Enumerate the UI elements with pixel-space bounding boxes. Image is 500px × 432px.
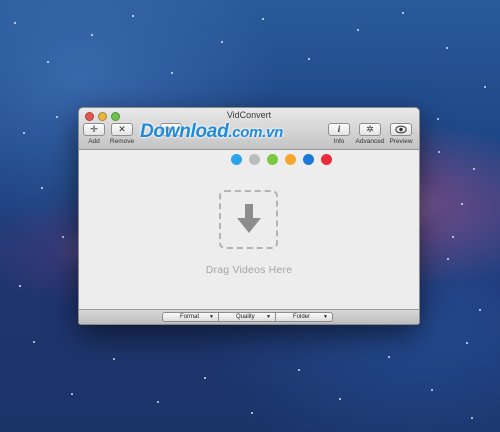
folder-popup[interactable]: Folder ▼ (276, 312, 333, 322)
add-label: Add (88, 138, 100, 145)
preview-button[interactable]: Preview (386, 123, 416, 145)
window-title: VidConvert (226, 110, 272, 120)
quality-popup[interactable]: Quality ▼ (219, 312, 276, 322)
color-label-dot[interactable] (321, 154, 332, 165)
remove-label: Remove (109, 138, 135, 145)
color-label-row (231, 154, 332, 165)
info-icon: i (328, 123, 350, 136)
watermark-domain: .com.vn (228, 124, 283, 141)
format-label: Format (180, 314, 200, 320)
bottom-bar: Format ▼ Quality ▼ Folder ▼ (79, 309, 419, 324)
preview-label: Preview (389, 138, 413, 145)
download-arrow-icon (236, 204, 261, 233)
plus-icon: ✛ (83, 123, 105, 136)
drop-zone[interactable] (219, 190, 278, 249)
color-label-dot[interactable] (285, 154, 296, 165)
format-popup[interactable]: Format ▼ (162, 312, 219, 322)
caret-down-icon: ▼ (266, 314, 271, 320)
folder-label: Folder (293, 314, 311, 320)
caret-down-icon: ▼ (323, 314, 328, 320)
color-label-dot[interactable] (231, 154, 242, 165)
x-icon: ✕ (111, 123, 133, 136)
add-button[interactable]: ✛ Add (79, 123, 109, 145)
caret-down-icon: ▼ (209, 314, 214, 320)
advanced-label: Advanced (355, 138, 385, 145)
color-label-dot[interactable] (303, 154, 314, 165)
video-list-area[interactable]: Drag Videos Here (79, 151, 419, 309)
download-com-vn-watermark: Download.com.vn (140, 121, 283, 143)
drag-videos-hint: Drag Videos Here (205, 264, 293, 276)
gear-icon: ✲ (359, 123, 381, 136)
watermark-brand: Download (140, 121, 229, 142)
color-label-dot[interactable] (267, 154, 278, 165)
info-label: Info (333, 138, 345, 145)
advanced-button[interactable]: ✲ Advanced (355, 123, 385, 145)
quality-label: Quality (236, 314, 255, 320)
info-button[interactable]: i Info (324, 123, 354, 145)
color-label-dot[interactable] (249, 154, 260, 165)
eye-icon (390, 123, 412, 136)
remove-button[interactable]: ✕ Remove (107, 123, 137, 145)
